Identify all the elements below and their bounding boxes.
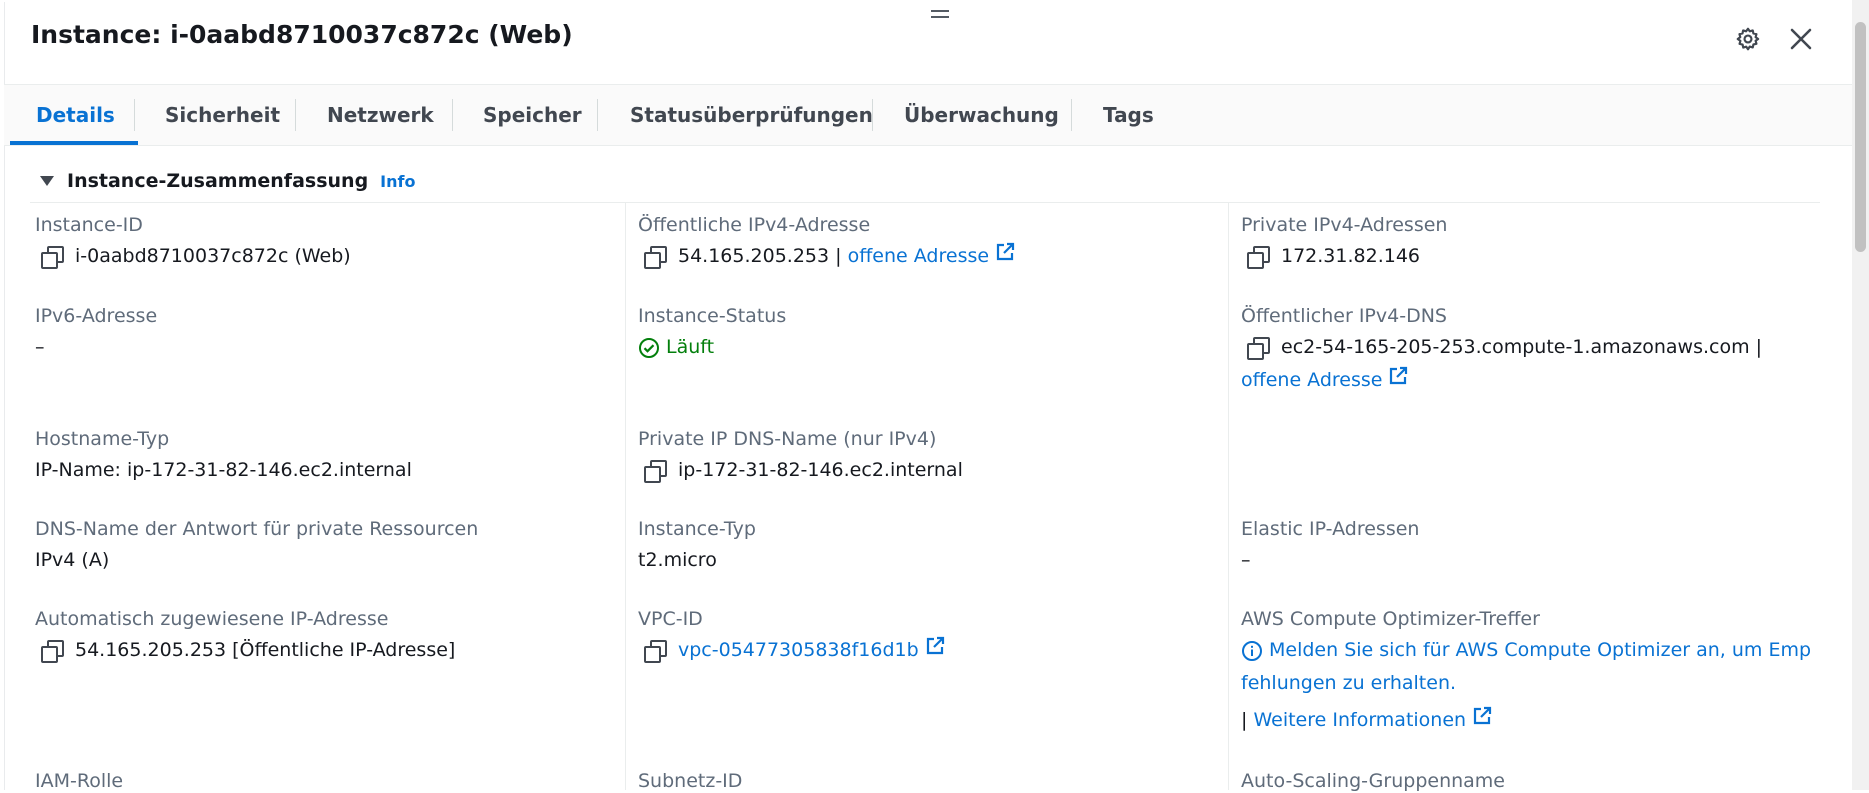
private-ip-dns-value: ip-172-31-82-146.ec2.internal bbox=[678, 459, 963, 481]
field-label: Automatisch zugewiesene IP-Adresse bbox=[35, 608, 389, 630]
field-label: Elastic IP-Adressen bbox=[1241, 518, 1420, 540]
external-link-icon[interactable] bbox=[1388, 364, 1408, 397]
tab-bar: Details Sicherheit Netzwerk Speicher Sta… bbox=[4, 84, 1852, 146]
external-link-icon[interactable] bbox=[1472, 704, 1492, 737]
field-label: Auto-Scaling-Gruppenname bbox=[1241, 770, 1505, 792]
field-ipv6: IPv6-Adresse – bbox=[35, 304, 595, 364]
field-label: IAM-Rolle bbox=[35, 770, 124, 792]
elastic-ip-value: – bbox=[1241, 549, 1251, 571]
field-private-ipv4: Private IPv4-Adressen 172.31.82.146 bbox=[1241, 213, 1801, 273]
public-ipv4-value: 54.165.205.253 | bbox=[678, 245, 842, 267]
caret-down-icon bbox=[40, 176, 54, 186]
tab-details[interactable]: Details bbox=[36, 85, 115, 145]
instance-type-value: t2.micro bbox=[638, 549, 717, 571]
field-label: Hostname-Typ bbox=[35, 428, 170, 450]
field-instance-type: Instance-Typ t2.micro bbox=[638, 517, 1198, 577]
field-label: Öffentliche IPv4-Adresse bbox=[638, 214, 871, 236]
field-public-ipv4: Öffentliche IPv4-Adresse 54.165.205.253 … bbox=[638, 213, 1198, 273]
drag-handle-icon[interactable] bbox=[930, 9, 950, 21]
field-dns-resource: DNS-Name der Antwort für private Ressour… bbox=[35, 517, 595, 577]
field-compute-optimizer: AWS Compute Optimizer-Treffer Melden Sie… bbox=[1241, 607, 1841, 737]
open-address-link[interactable]: offene Adresse bbox=[848, 240, 989, 273]
copy-icon[interactable] bbox=[644, 245, 667, 269]
copy-icon[interactable] bbox=[644, 639, 667, 663]
tab-tags[interactable]: Tags bbox=[1103, 85, 1154, 145]
field-label: Instance-Typ bbox=[638, 518, 756, 540]
field-public-dns: Öffentlicher IPv4-DNS ec2-54-165-205-253… bbox=[1241, 304, 1841, 397]
field-label: AWS Compute Optimizer-Treffer bbox=[1241, 608, 1540, 630]
more-info-link[interactable]: Weitere Informationen bbox=[1253, 704, 1466, 737]
field-label: Instance-Status bbox=[638, 305, 787, 327]
info-circle-icon bbox=[1241, 640, 1263, 662]
field-instance-status: Instance-Status Läuft bbox=[638, 304, 1198, 364]
field-label: Subnetz-ID bbox=[638, 770, 743, 792]
field-label: Private IPv4-Adressen bbox=[1241, 214, 1448, 236]
auto-ip-value: 54.165.205.253 [Öffentliche IP-Adresse] bbox=[75, 639, 456, 661]
field-label: IPv6-Adresse bbox=[35, 305, 158, 327]
field-label: Öffentlicher IPv4-DNS bbox=[1241, 305, 1447, 327]
optimizer-optin-link-cont[interactable]: fehlungen zu erhalten. bbox=[1241, 667, 1456, 700]
active-tab-indicator bbox=[10, 141, 138, 145]
tab-statuspruefungen[interactable]: Statusüberprüfungen bbox=[630, 85, 873, 145]
close-icon[interactable] bbox=[1784, 22, 1818, 56]
settings-gear-icon[interactable] bbox=[1731, 22, 1765, 56]
private-ipv4-value: 172.31.82.146 bbox=[1281, 245, 1421, 267]
external-link-icon[interactable] bbox=[925, 634, 945, 667]
optimizer-optin-link[interactable]: Melden Sie sich für AWS Compute Optimize… bbox=[1269, 634, 1811, 667]
copy-icon[interactable] bbox=[1247, 336, 1270, 360]
field-label: VPC-ID bbox=[638, 608, 703, 630]
field-iam-role: IAM-Rolle bbox=[35, 769, 595, 793]
vpc-id-link[interactable]: vpc-05477305838f16d1b bbox=[678, 634, 919, 667]
field-auto-ip: Automatisch zugewiesene IP-Adresse 54.16… bbox=[35, 607, 595, 667]
copy-icon[interactable] bbox=[1247, 245, 1270, 269]
ipv6-value: – bbox=[35, 336, 45, 358]
field-hostname-type: Hostname-Typ IP-Name: ip-172-31-82-146.e… bbox=[35, 427, 595, 487]
field-private-ip-dns: Private IP DNS-Name (nur IPv4) ip-172-31… bbox=[638, 427, 1198, 487]
external-link-icon[interactable] bbox=[995, 240, 1015, 273]
info-link[interactable]: Info bbox=[380, 172, 415, 191]
tab-netzwerk[interactable]: Netzwerk bbox=[327, 85, 434, 145]
tab-ueberwachung[interactable]: Überwachung bbox=[904, 85, 1059, 145]
tab-speicher[interactable]: Speicher bbox=[483, 85, 582, 145]
field-vpc-id: VPC-ID vpc-05477305838f16d1b bbox=[638, 607, 1198, 667]
field-label: DNS-Name der Antwort für private Ressour… bbox=[35, 518, 479, 540]
open-address-link[interactable]: offene Adresse bbox=[1241, 364, 1382, 397]
copy-icon[interactable] bbox=[41, 245, 64, 269]
check-circle-icon bbox=[638, 337, 660, 359]
field-label: Instance-ID bbox=[35, 214, 143, 236]
dns-resource-value: IPv4 (A) bbox=[35, 549, 110, 571]
field-instance-id: Instance-ID i-0aabd8710037c872c (Web) bbox=[35, 213, 595, 273]
copy-icon[interactable] bbox=[41, 639, 64, 663]
field-elastic-ip: Elastic IP-Adressen – bbox=[1241, 517, 1801, 577]
page-title: Instance: i-0aabd8710037c872c (Web) bbox=[31, 20, 573, 49]
status-value: Läuft bbox=[666, 336, 715, 358]
section-title: Instance-Zusammenfassung bbox=[67, 170, 369, 192]
copy-icon[interactable] bbox=[644, 459, 667, 483]
tab-sicherheit[interactable]: Sicherheit bbox=[165, 85, 280, 145]
field-label: Private IP DNS-Name (nur IPv4) bbox=[638, 428, 937, 450]
hostname-type-value: IP-Name: ip-172-31-82-146.ec2.internal bbox=[35, 459, 412, 481]
separator: | bbox=[1241, 709, 1248, 731]
field-subnet-id: Subnetz-ID bbox=[638, 769, 1198, 793]
scrollbar-thumb[interactable] bbox=[1855, 22, 1866, 252]
section-header[interactable]: Instance-Zusammenfassung Info bbox=[40, 170, 415, 192]
field-asg-name: Auto-Scaling-Gruppenname bbox=[1241, 769, 1801, 793]
public-dns-value: ec2-54-165-205-253.compute-1.amazonaws.c… bbox=[1281, 336, 1763, 358]
instance-id-value: i-0aabd8710037c872c (Web) bbox=[75, 245, 351, 267]
